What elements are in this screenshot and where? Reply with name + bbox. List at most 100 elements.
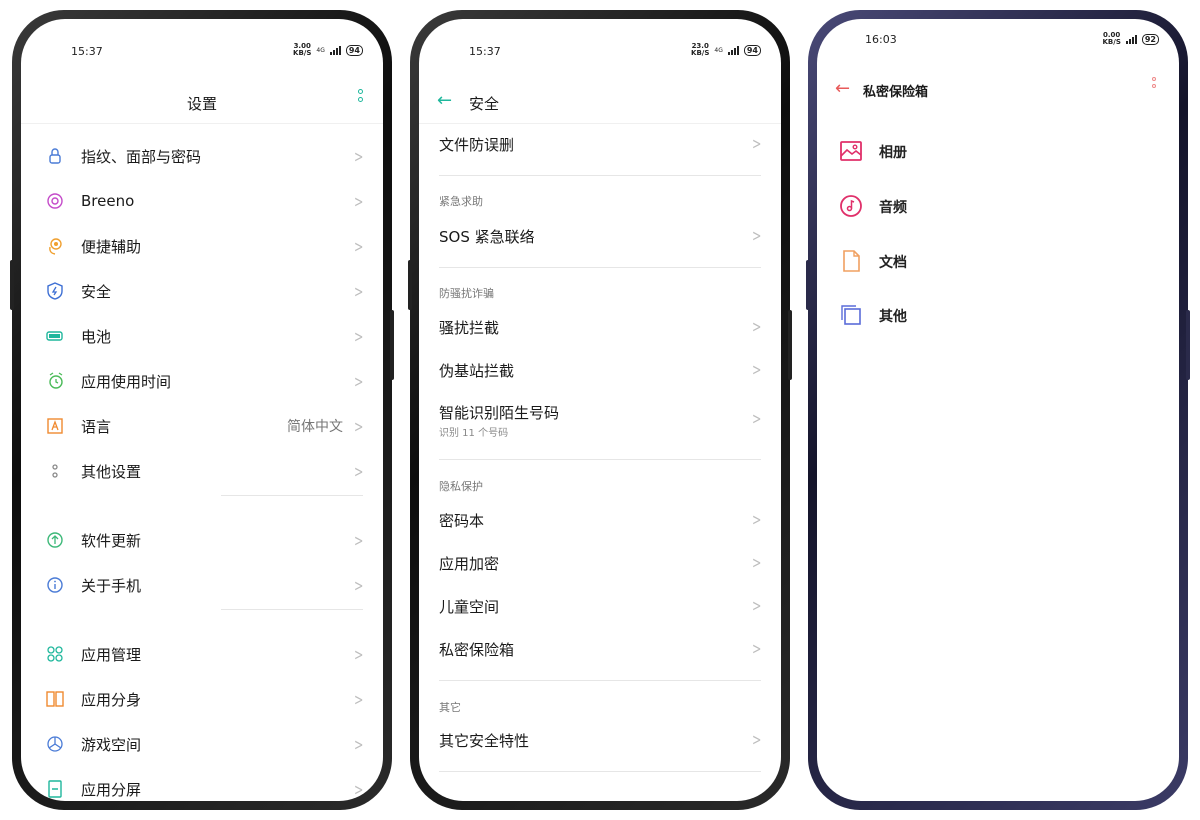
more-options-icon[interactable] <box>357 89 363 107</box>
volume-button <box>10 260 14 310</box>
chevron-right-icon: > <box>353 689 363 709</box>
settings-item[interactable]: Breeno > <box>21 179 383 223</box>
item-label: 智能识别陌生号码 <box>439 404 560 422</box>
chevron-right-icon: > <box>353 371 363 391</box>
divider <box>439 267 761 268</box>
chevron-right-icon: > <box>353 530 363 550</box>
settings-item[interactable]: 应用使用时间 > <box>21 359 383 403</box>
chevron-right-icon: > <box>751 730 761 749</box>
divider <box>439 680 761 681</box>
more-options-icon[interactable] <box>1151 77 1157 95</box>
chevron-right-icon: > <box>353 236 363 256</box>
chevron-right-icon: > <box>751 317 761 336</box>
shield-icon <box>46 282 64 300</box>
item-label: 相册 <box>879 145 907 161</box>
volume-button <box>806 260 810 310</box>
vault-item-audio[interactable]: 音频 <box>817 187 1179 227</box>
phone-private-safe: 16:03 0.00 KB/S 92 ← 私密保险箱 相册 音频 文档 其他 <box>806 10 1190 810</box>
back-arrow-icon[interactable]: ← <box>835 78 850 99</box>
item-label: 音频 <box>879 200 907 216</box>
list-item-private-safe[interactable]: 私密保险箱 > <box>419 628 781 672</box>
net-speed: 3.00 KB/S <box>293 43 311 57</box>
settings-item[interactable]: 软件更新 > <box>21 518 383 562</box>
settings-item[interactable]: 其他设置 > <box>21 449 383 493</box>
net-speed-unit: KB/S <box>1102 38 1121 46</box>
item-label: 其他设置 <box>81 462 142 481</box>
language-icon <box>46 417 64 435</box>
power-button <box>788 310 792 380</box>
item-label: Breeno <box>81 192 135 210</box>
phone-security: 15:37 23.0 KB/S 4G 94 ← 安全 文件防误删 > 紧急求助 S… <box>408 10 792 810</box>
network-type: 4G <box>316 46 325 54</box>
volume-button <box>408 260 412 310</box>
back-arrow-icon[interactable]: ← <box>437 90 452 111</box>
audio-icon <box>840 195 862 217</box>
list-item-harass-block[interactable]: 骚扰拦截 > <box>419 306 781 350</box>
battery-icon <box>46 327 64 345</box>
list-item-sos[interactable]: SOS 紧急联络 > <box>419 215 781 259</box>
power-button <box>390 310 394 380</box>
chevron-right-icon: > <box>353 779 363 799</box>
page-title: 私密保险箱 <box>863 85 929 100</box>
item-label: 应用使用时间 <box>81 372 172 391</box>
list-item-kids-space[interactable]: 儿童空间 > <box>419 585 781 629</box>
vault-item-other[interactable]: 其他 <box>817 296 1179 336</box>
vault-item-documents[interactable]: 文档 <box>817 242 1179 282</box>
list-item-other-security[interactable]: 其它安全特性 > <box>419 719 781 763</box>
divider <box>439 771 761 772</box>
chevron-right-icon: > <box>751 510 761 529</box>
list-item-smart-identify[interactable]: 智能识别陌生号码 识别 11 个号码 > <box>419 391 781 443</box>
header: 设置 <box>21 81 383 121</box>
settings-item[interactable]: 应用分屏 > <box>21 767 383 801</box>
settings-item[interactable]: 电池 > <box>21 314 383 358</box>
item-label: 关于手机 <box>81 576 142 595</box>
item-sublabel: 识别 11 个号码 <box>439 428 509 439</box>
chevron-right-icon: > <box>353 575 363 595</box>
list-item-fake-station[interactable]: 伪基站拦截 > <box>419 349 781 393</box>
divider <box>221 609 363 610</box>
item-label: 其它安全特性 <box>439 732 530 750</box>
chevron-right-icon: > <box>353 416 363 436</box>
header: ← 私密保险箱 <box>817 69 1179 109</box>
item-label: 伪基站拦截 <box>439 362 515 380</box>
settings-item[interactable]: 便捷辅助 > <box>21 224 383 268</box>
settings-item[interactable]: 关于手机 > <box>21 563 383 607</box>
battery-indicator: 94 <box>345 44 363 56</box>
phone-settings: 15:37 3.00 KB/S 4G 94 设置 指纹、面部与密码 > Breeno >… <box>10 10 394 810</box>
chevron-right-icon: > <box>751 596 761 615</box>
battery-indicator: 92 <box>1141 33 1159 45</box>
list-item-app-lock[interactable]: 应用加密 > <box>419 542 781 586</box>
signal-icon <box>727 45 739 55</box>
settings-item[interactable]: 语言 简体中文 > <box>21 404 383 448</box>
timer-icon <box>46 372 64 390</box>
divider <box>439 175 761 176</box>
screen: 15:37 23.0 KB/S 4G 94 ← 安全 文件防误删 > 紧急求助 S… <box>419 19 781 801</box>
chevron-right-icon: > <box>751 226 761 245</box>
settings-item[interactable]: 游戏空间 > <box>21 722 383 766</box>
vault-item-album[interactable]: 相册 <box>817 132 1179 172</box>
settings-item[interactable]: 安全 > <box>21 269 383 313</box>
chevron-right-icon: > <box>353 326 363 346</box>
item-label: 软件更新 <box>81 531 142 550</box>
app-manage-icon <box>46 645 64 663</box>
section-header: 其它 <box>439 701 461 714</box>
chevron-right-icon: > <box>353 644 363 664</box>
settings-item[interactable]: 应用管理 > <box>21 632 383 676</box>
list-item-file-protect[interactable]: 文件防误删 > <box>419 123 781 167</box>
divider <box>21 123 383 124</box>
breeno-icon <box>46 192 64 210</box>
settings-item[interactable]: 应用分身 > <box>21 677 383 721</box>
battery-indicator: 94 <box>743 44 761 56</box>
list-item-password-book[interactable]: 密码本 > <box>419 499 781 543</box>
item-label: 应用管理 <box>81 645 142 664</box>
status-time: 15:37 <box>469 45 501 58</box>
item-label: 语言 <box>81 417 112 436</box>
item-label: 安全 <box>81 282 112 301</box>
photo-album-icon <box>840 141 862 161</box>
item-label: 私密保险箱 <box>439 641 515 659</box>
info-icon <box>46 576 64 594</box>
app-clone-icon <box>46 690 64 708</box>
chevron-right-icon: > <box>353 146 363 166</box>
settings-item[interactable]: 指纹、面部与密码 > <box>21 134 383 178</box>
page-title: 设置 <box>186 95 217 113</box>
